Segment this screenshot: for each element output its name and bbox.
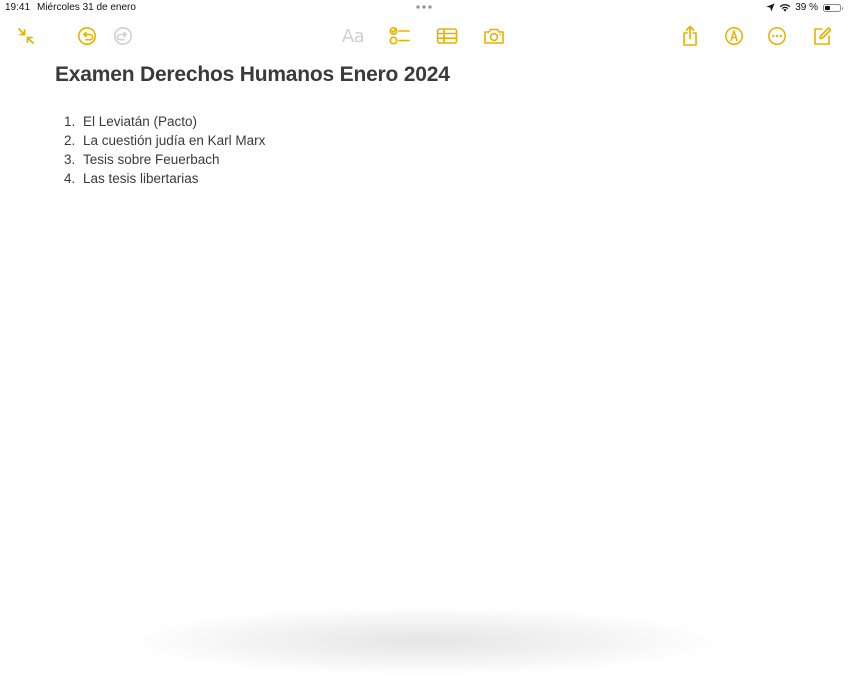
notes-toolbar: Aa: [0, 18, 848, 54]
list-number: 3.: [64, 152, 76, 167]
list-item[interactable]: 4. Las tesis libertarias: [55, 169, 265, 188]
table-icon: [436, 28, 458, 44]
redo-icon: [114, 27, 132, 45]
list-item-text: La cuestión judía en Karl Marx: [83, 133, 266, 148]
more-icon: [768, 27, 786, 45]
list-item-text: Las tesis libertarias: [83, 171, 199, 186]
camera-button[interactable]: [480, 18, 508, 54]
format-label: Aa: [341, 25, 365, 47]
numbered-list: 1. El Leviatán (Pacto) 2. La cuestión judí…: [55, 112, 265, 188]
undo-button[interactable]: [73, 18, 101, 54]
list-number: 2.: [64, 133, 76, 148]
collapse-button[interactable]: [12, 18, 40, 54]
list-item[interactable]: 1. El Leviatán (Pacto): [55, 112, 265, 131]
table-button[interactable]: [433, 18, 461, 54]
status-date: Miércoles 31 de enero: [37, 2, 136, 13]
battery-fill: [825, 5, 831, 10]
list-item[interactable]: 3. Tesis sobre Feuerbach: [55, 150, 265, 169]
share-button[interactable]: [676, 18, 704, 54]
list-item-text: El Leviatán (Pacto): [83, 114, 198, 129]
share-icon: [683, 25, 697, 46]
status-right: 39 %: [766, 1, 843, 14]
more-button[interactable]: [763, 18, 791, 54]
compose-icon: [814, 27, 832, 45]
note-body[interactable]: Examen Derechos Humanos Enero 2024 1. El …: [55, 60, 815, 186]
list-number: 4.: [64, 171, 76, 186]
battery-percent: 39 %: [795, 2, 818, 13]
undo-icon: [78, 27, 96, 45]
compose-button[interactable]: [808, 18, 836, 54]
multitasking-dots-icon[interactable]: [414, 1, 434, 13]
list-number: 1.: [64, 114, 76, 129]
status-bar: 19:41 Miércoles 31 de enero 39 %: [0, 0, 848, 15]
keyboard-shadow: [120, 606, 728, 676]
note-title[interactable]: Examen Derechos Humanos Enero 2024: [55, 60, 815, 90]
list-item[interactable]: 2. La cuestión judía en Karl Marx: [55, 131, 265, 150]
collapse-icon: [18, 28, 34, 44]
list-item-text: Tesis sobre Feuerbach: [83, 152, 220, 167]
format-button[interactable]: Aa: [339, 18, 367, 54]
markup-button[interactable]: [720, 18, 748, 54]
wifi-icon: [780, 4, 791, 12]
location-arrow-icon: [766, 3, 775, 12]
checklist-icon: [389, 26, 410, 45]
redo-button[interactable]: [109, 18, 137, 54]
checklist-button[interactable]: [386, 18, 414, 54]
battery-icon: [823, 3, 843, 12]
status-time: 19:41: [5, 2, 31, 13]
camera-icon: [484, 28, 504, 44]
markup-icon: [725, 27, 743, 45]
